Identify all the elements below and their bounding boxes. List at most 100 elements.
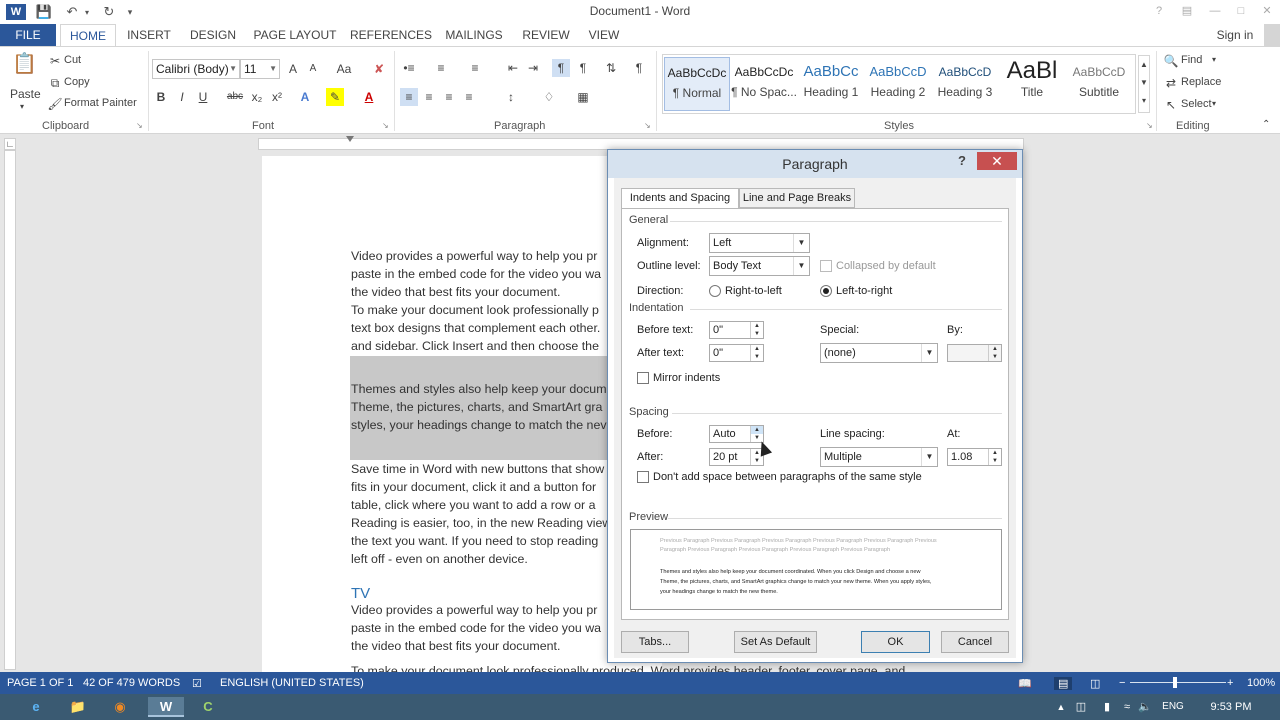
- bold-icon[interactable]: B: [152, 88, 170, 106]
- select-icon[interactable]: ↖: [1162, 96, 1180, 114]
- font-color-icon[interactable]: A: [360, 88, 378, 106]
- alignment-select[interactable]: Left ▼: [709, 233, 810, 253]
- camtasia-icon[interactable]: C: [190, 697, 226, 717]
- change-case-icon[interactable]: Aa: [332, 60, 356, 78]
- clear-formatting-icon[interactable]: ✘: [370, 60, 388, 78]
- rtl-radio[interactable]: [709, 285, 721, 297]
- vertical-ruler[interactable]: [4, 150, 16, 670]
- select-button[interactable]: Select: [1181, 98, 1212, 110]
- spin-up-icon[interactable]: ▲: [988, 449, 1001, 457]
- tab-design[interactable]: DESIGN: [186, 24, 240, 46]
- tab-mailings[interactable]: MAILINGS: [442, 24, 506, 46]
- ltr-radio[interactable]: [820, 285, 832, 297]
- styles-gallery[interactable]: AaBbCcDc ¶ Normal AaBbCcDc ¶ No Spac... Aa…: [662, 54, 1136, 114]
- by-spinner[interactable]: ▲ ▼: [947, 344, 1002, 362]
- shrink-font-icon[interactable]: A: [304, 60, 322, 78]
- tab-line-and-page-breaks[interactable]: Line and Page Breaks: [739, 188, 855, 208]
- select-dropdown-icon[interactable]: ▾: [1212, 99, 1216, 108]
- web-layout-icon[interactable]: ◫: [1090, 677, 1100, 690]
- before-text-spinner[interactable]: 0" ▲ ▼: [709, 321, 764, 339]
- underline-icon[interactable]: U: [194, 88, 212, 106]
- word-count[interactable]: 42 OF 479 WORDS: [83, 677, 180, 689]
- style-heading-2[interactable]: AaBbCcD Heading 2: [865, 57, 931, 111]
- sort-icon[interactable]: ⇅: [602, 59, 620, 77]
- line-spacing-icon[interactable]: ↕: [502, 88, 520, 106]
- show-hidden-icons-icon[interactable]: ▲: [1050, 697, 1072, 717]
- styles-launcher-icon[interactable]: ↘: [1146, 121, 1153, 130]
- font-size-combo[interactable]: 11 ▼: [240, 59, 280, 79]
- tab-review[interactable]: REVIEW: [518, 24, 574, 46]
- ok-button[interactable]: OK: [861, 631, 930, 653]
- special-select[interactable]: (none) ▼: [820, 343, 938, 363]
- justify-icon[interactable]: ≡: [460, 88, 478, 106]
- spacing-after-spinner[interactable]: 20 pt ▲ ▼: [709, 448, 764, 466]
- mirror-indents-checkbox[interactable]: [637, 372, 649, 384]
- font-name-combo[interactable]: Calibri (Body) ▼: [152, 59, 240, 79]
- zoom-out-button[interactable]: −: [1119, 677, 1125, 689]
- help-button[interactable]: ?: [1146, 2, 1172, 20]
- tab-references[interactable]: REFERENCES: [350, 24, 432, 46]
- volume-icon[interactable]: 🔈: [1136, 697, 1154, 717]
- zoom-slider-track[interactable]: [1130, 682, 1226, 683]
- file-explorer-icon[interactable]: 📁: [60, 697, 96, 717]
- line-spacing-select[interactable]: Multiple ▼: [820, 447, 938, 467]
- language-indicator[interactable]: ENGLISH (UNITED STATES): [220, 677, 364, 689]
- paste-dropdown-icon[interactable]: ▾: [20, 102, 24, 111]
- style-no-spacing[interactable]: AaBbCcDc ¶ No Spac...: [731, 57, 797, 111]
- page-count[interactable]: PAGE 1 OF 1: [7, 677, 73, 689]
- outline-level-select[interactable]: Body Text ▼: [709, 256, 810, 276]
- spin-down-icon[interactable]: ▼: [988, 457, 1001, 465]
- dialog-help-button[interactable]: ?: [951, 153, 973, 168]
- decrease-indent-icon[interactable]: ⇤: [504, 59, 522, 77]
- copy-icon[interactable]: ⧉: [46, 74, 64, 92]
- ribbon-display-options-icon[interactable]: ▤: [1174, 2, 1200, 20]
- collapse-ribbon-icon[interactable]: ⌃: [1262, 119, 1270, 130]
- cut-icon[interactable]: ✂: [46, 52, 64, 70]
- style-heading-1[interactable]: AaBbCc Heading 1: [798, 57, 864, 111]
- dont-add-space-checkbox[interactable]: [637, 471, 649, 483]
- read-mode-icon[interactable]: 📖: [1018, 677, 1032, 690]
- ltr-icon[interactable]: ¶: [552, 59, 570, 77]
- styles-scroll-icon[interactable]: ▲ ▼ ▾: [1138, 55, 1150, 113]
- align-right-icon[interactable]: ≡: [440, 88, 458, 106]
- format-painter-button[interactable]: Format Painter: [64, 97, 137, 109]
- spin-up-icon[interactable]: ▲: [750, 345, 763, 353]
- account-icon[interactable]: [1264, 24, 1280, 46]
- find-button[interactable]: Find: [1181, 54, 1202, 66]
- cut-button[interactable]: Cut: [64, 54, 81, 66]
- tab-file[interactable]: FILE: [0, 24, 56, 46]
- align-center-icon[interactable]: ≡: [420, 88, 438, 106]
- replace-icon[interactable]: ⇄: [1162, 74, 1180, 92]
- strikethrough-icon[interactable]: abc: [224, 88, 246, 106]
- find-icon[interactable]: 🔍: [1162, 52, 1180, 70]
- spin-up-icon[interactable]: ▲: [988, 345, 1001, 353]
- first-line-indent-marker[interactable]: [346, 136, 354, 142]
- maximize-button[interactable]: □: [1228, 2, 1254, 20]
- italic-icon[interactable]: I: [173, 88, 191, 106]
- print-layout-icon[interactable]: ▤: [1054, 677, 1073, 690]
- close-window-button[interactable]: ✕: [1254, 2, 1280, 20]
- font-launcher-icon[interactable]: ↘: [382, 121, 389, 130]
- minimize-button[interactable]: —: [1202, 2, 1228, 20]
- style-subtitle[interactable]: AaBbCcD Subtitle: [1066, 57, 1132, 111]
- numbering-icon[interactable]: ≡: [432, 59, 450, 77]
- after-text-spinner[interactable]: 0" ▲ ▼: [709, 344, 764, 362]
- copy-button[interactable]: Copy: [64, 76, 90, 88]
- dialog-title-bar[interactable]: Paragraph ? ✕: [608, 150, 1022, 178]
- tab-indents-and-spacing[interactable]: Indents and Spacing: [621, 188, 739, 209]
- style-title[interactable]: AaBl Title: [999, 57, 1065, 111]
- word-taskbar-icon[interactable]: W: [148, 697, 184, 717]
- network-icon[interactable]: ◫: [1072, 697, 1090, 717]
- sign-in-link[interactable]: Sign in: [1210, 24, 1260, 46]
- zoom-in-button[interactable]: +: [1227, 677, 1233, 689]
- set-as-default-button[interactable]: Set As Default: [734, 631, 817, 653]
- bullets-icon[interactable]: •≡: [400, 59, 418, 77]
- clipboard-launcher-icon[interactable]: ↘: [136, 121, 143, 130]
- style-normal[interactable]: AaBbCcDc ¶ Normal: [664, 57, 730, 111]
- subscript-icon[interactable]: x₂: [248, 88, 266, 106]
- replace-button[interactable]: Replace: [1181, 76, 1221, 88]
- battery-icon[interactable]: ▮: [1098, 697, 1116, 717]
- language-tray[interactable]: ENG: [1158, 697, 1188, 717]
- find-dropdown-icon[interactable]: ▾: [1212, 55, 1216, 64]
- paste-button[interactable]: Paste: [10, 87, 41, 101]
